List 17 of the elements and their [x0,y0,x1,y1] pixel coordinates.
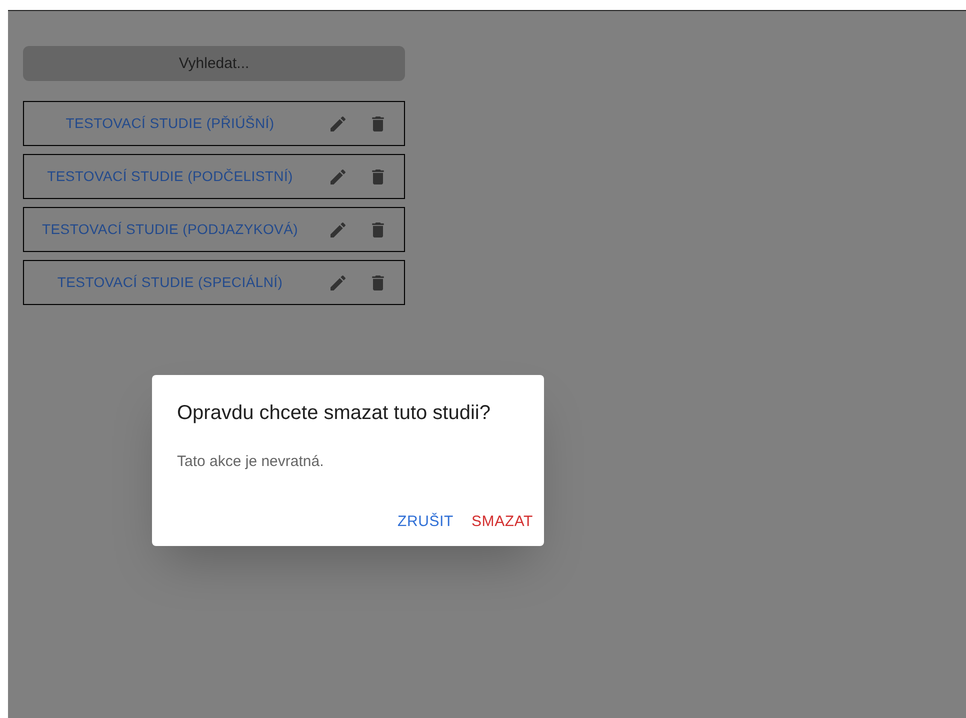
study-title[interactable]: TESTOVACÍ STUDIE (PODČELISTNÍ) [24,166,316,187]
study-title[interactable]: TESTOVACÍ STUDIE (PŘIÚŠNÍ) [24,113,316,134]
study-row[interactable]: TESTOVACÍ STUDIE (PŘIÚŠNÍ) [23,101,405,146]
dialog-title: Opravdu chcete smazat tuto studii? [177,401,492,426]
search-field[interactable]: Vyhledat... [23,46,405,81]
study-title[interactable]: TESTOVACÍ STUDIE (SPECIÁLNÍ) [24,272,316,293]
study-row[interactable]: TESTOVACÍ STUDIE (SPECIÁLNÍ) [23,260,405,305]
delete-button[interactable]: SMAZAT [469,506,535,537]
pencil-icon[interactable] [328,220,348,240]
study-title[interactable]: TESTOVACÍ STUDIE (PODJAZYKOVÁ) [24,219,316,240]
cancel-button[interactable]: ZRUŠIT [396,506,456,537]
dialog-message: Tato akce je nevratná. [177,452,325,472]
pencil-icon[interactable] [328,166,348,186]
study-row[interactable]: TESTOVACÍ STUDIE (PODJAZYKOVÁ) [23,207,405,252]
pencil-icon[interactable] [328,272,348,292]
study-row[interactable]: TESTOVACÍ STUDIE (PODČELISTNÍ) [23,154,405,199]
pencil-icon[interactable] [328,114,348,134]
